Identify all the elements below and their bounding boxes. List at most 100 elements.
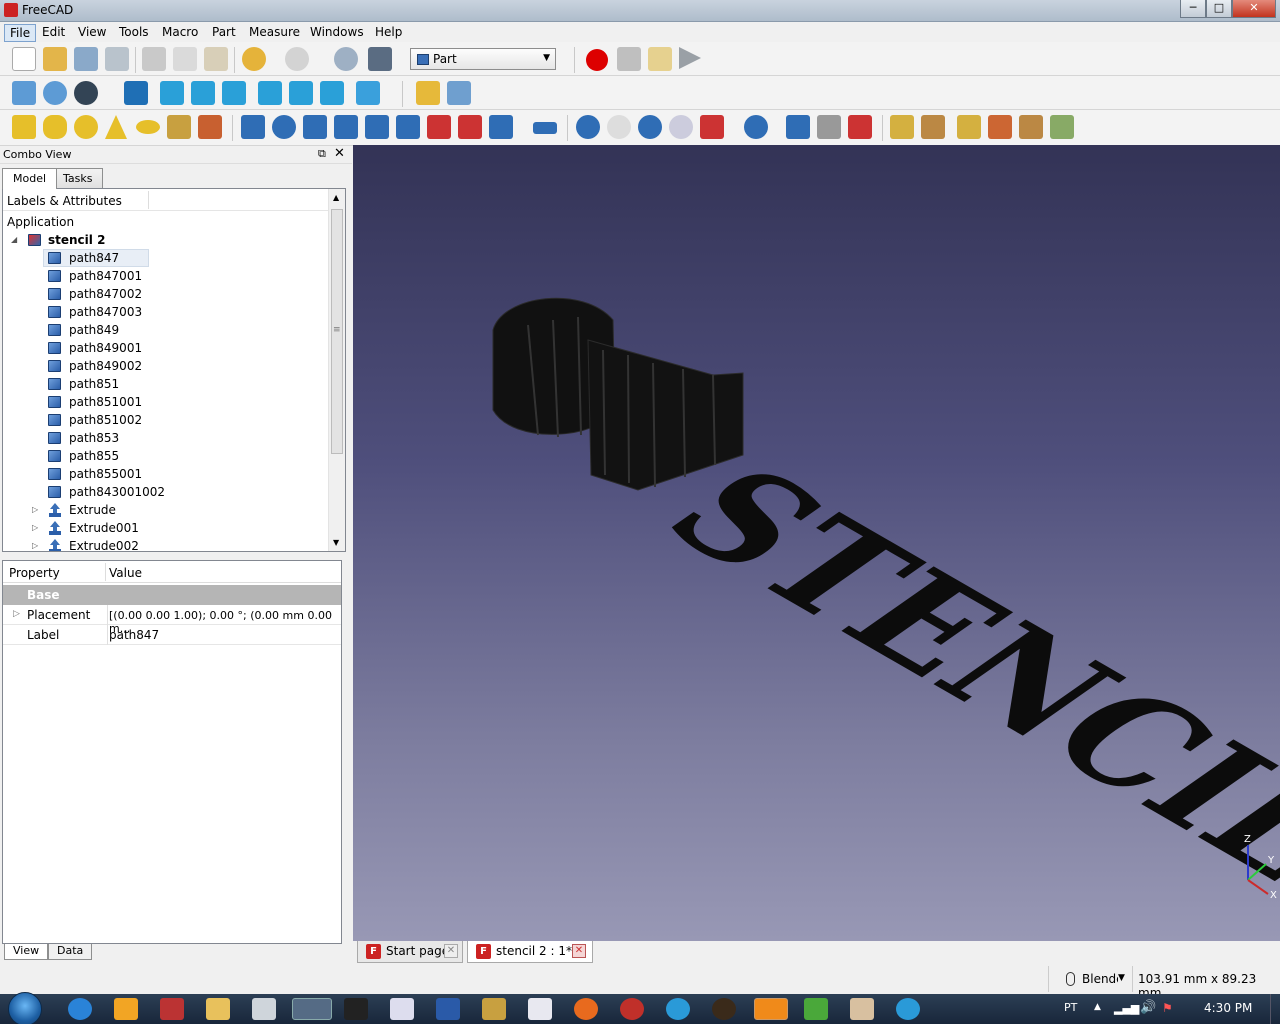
volume-icon[interactable]: 🔊 (1140, 1000, 1156, 1015)
tree-item[interactable]: path847003 (3, 303, 323, 321)
app-icon[interactable] (344, 998, 368, 1020)
save-icon[interactable] (74, 47, 98, 71)
offset-icon[interactable] (921, 115, 945, 139)
minimize-button[interactable]: ─ (1180, 0, 1206, 18)
app-icon[interactable] (160, 998, 184, 1020)
undo-icon[interactable] (242, 47, 266, 71)
whats-this-icon[interactable] (368, 47, 392, 71)
expand-arrow-icon[interactable]: ▷ (13, 609, 20, 619)
show-desktop-button[interactable] (1270, 994, 1280, 1024)
measure-refresh-icon[interactable] (1019, 115, 1043, 139)
rear-view-icon[interactable] (258, 81, 282, 105)
menu-help[interactable]: Help (370, 24, 407, 40)
menu-macro[interactable]: Macro (157, 24, 203, 40)
cut-icon[interactable] (142, 47, 166, 71)
tree-item[interactable]: path849 (3, 321, 323, 339)
left-view-icon[interactable] (320, 81, 344, 105)
app-icon[interactable] (666, 998, 690, 1020)
fillet-icon[interactable] (334, 115, 358, 139)
menu-part[interactable]: Part (207, 24, 241, 40)
tree-item[interactable]: path847 (3, 249, 323, 267)
tab-start-page[interactable]: F Start page ✕ (357, 941, 463, 963)
cube-icon[interactable] (12, 115, 36, 139)
app-icon[interactable] (252, 998, 276, 1020)
start-button[interactable] (8, 992, 42, 1024)
cone-icon[interactable] (105, 115, 127, 139)
property-group-base[interactable]: Base (3, 585, 341, 605)
expand-arrow-icon[interactable]: ▷ (32, 501, 38, 519)
file-explorer-icon[interactable] (206, 998, 230, 1020)
shape-builder-icon[interactable] (198, 115, 222, 139)
tree-item[interactable]: ▷ Extrude (3, 501, 323, 519)
tab-view[interactable]: View (4, 944, 49, 960)
compound-icon[interactable] (786, 115, 810, 139)
menu-edit[interactable]: Edit (37, 24, 70, 40)
firefox-icon[interactable] (574, 998, 598, 1020)
navigation-style[interactable]: Blender (1082, 972, 1118, 986)
3d-viewport[interactable]: STENCIL Z Y X (353, 145, 1280, 941)
front-view-icon[interactable] (160, 81, 184, 105)
record-macro-icon[interactable] (586, 49, 608, 71)
stop-macro-icon[interactable] (617, 47, 641, 71)
freecad-taskbar-icon[interactable] (292, 998, 332, 1020)
tab-tasks[interactable]: Tasks (52, 168, 104, 188)
tree-item[interactable]: path843001002 (3, 483, 323, 501)
app-icon[interactable] (620, 998, 644, 1020)
property-row-placement[interactable]: ▷ Placement [(0.00 0.00 1.00); 0.00 °; (… (3, 605, 341, 635)
tree-item[interactable]: path855001 (3, 465, 323, 483)
measure-clear-icon[interactable] (1050, 115, 1074, 139)
tab-model[interactable]: Model (2, 168, 58, 189)
tab-data[interactable]: Data (48, 944, 93, 960)
nvidia-icon[interactable] (804, 998, 828, 1020)
expand-arrow-icon[interactable]: ▷ (32, 519, 38, 537)
property-row-label[interactable]: Label path847 (3, 625, 341, 645)
extrude-icon[interactable] (241, 115, 265, 139)
floppy-icon[interactable] (436, 998, 460, 1020)
close-panel-icon[interactable]: ✕ (334, 146, 345, 161)
fit-all-icon[interactable] (12, 81, 36, 105)
menu-windows[interactable]: Windows (305, 24, 369, 40)
float-panel-icon[interactable]: ⧉ (318, 147, 326, 161)
flag-icon[interactable]: ⚑ (1162, 1001, 1173, 1015)
network-icon[interactable]: ▂▄▆ (1114, 1002, 1139, 1015)
telegram-icon[interactable] (896, 998, 920, 1020)
fuse-icon[interactable] (638, 115, 662, 139)
section-icon[interactable] (890, 115, 914, 139)
tree-item[interactable]: path855 (3, 447, 323, 465)
open-folder-icon[interactable] (43, 47, 67, 71)
print-icon[interactable] (105, 47, 129, 71)
tree-item[interactable]: path853 (3, 429, 323, 447)
tree-item[interactable]: path851001 (3, 393, 323, 411)
common-icon[interactable] (669, 115, 693, 139)
measure-distance-icon[interactable] (356, 81, 380, 105)
cut-boolean-icon[interactable] (607, 115, 631, 139)
tree-item[interactable]: path847001 (3, 267, 323, 285)
tree-item[interactable]: path849002 (3, 357, 323, 375)
split-features-icon[interactable] (744, 115, 768, 139)
run-macro-icon[interactable] (679, 47, 701, 69)
scroll-up-icon[interactable]: ▲ (333, 193, 339, 202)
language-indicator[interactable]: PT (1064, 1001, 1077, 1014)
boolean-icon[interactable] (576, 115, 600, 139)
clock[interactable]: 4:30 PM (1204, 1001, 1252, 1015)
collapse-arrow-icon[interactable]: ◢ (11, 231, 17, 249)
new-document-icon[interactable] (12, 47, 36, 71)
chamfer-icon[interactable] (365, 115, 389, 139)
menu-measure[interactable]: Measure (244, 24, 305, 40)
isometric-view-icon[interactable] (124, 81, 148, 105)
scroll-down-icon[interactable]: ▼ (333, 538, 339, 547)
cross-sections-icon[interactable] (848, 115, 872, 139)
refresh-icon[interactable] (334, 47, 358, 71)
tree-document[interactable]: ◢ stencil 2 (3, 231, 323, 249)
expand-arrow-icon[interactable]: ▷ (32, 537, 38, 551)
revolve-icon[interactable] (272, 115, 296, 139)
fit-selection-icon[interactable] (43, 81, 67, 105)
menu-file[interactable]: File (4, 24, 37, 42)
notepad-icon[interactable] (390, 998, 414, 1020)
paste-icon[interactable] (204, 47, 228, 71)
close-tab-icon[interactable]: ✕ (572, 944, 586, 958)
tree-item[interactable]: path847002 (3, 285, 323, 303)
app-icon[interactable] (482, 998, 506, 1020)
copy-icon[interactable] (173, 47, 197, 71)
tree-item[interactable]: ▷ Extrude002 (3, 537, 323, 551)
